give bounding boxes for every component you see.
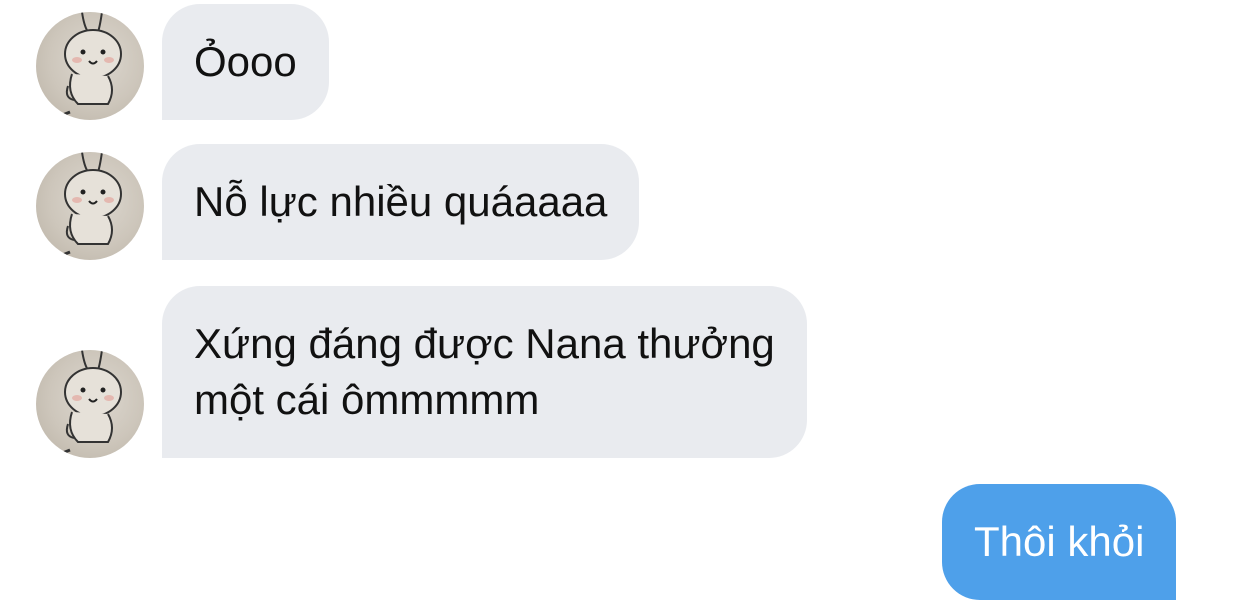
bunny-avatar-icon	[41, 12, 122, 118]
sender-avatar[interactable]	[36, 12, 144, 120]
bunny-avatar-icon	[41, 152, 122, 258]
message-text: Ỏooo	[194, 38, 297, 85]
incoming-message-bubble[interactable]: Nỗ lực nhiều quáaaaa	[162, 144, 640, 260]
sender-avatar[interactable]	[36, 152, 144, 260]
outgoing-message-bubble[interactable]: Thôi khỏi	[942, 484, 1177, 600]
message-text-line-2: một cái ômmmmm	[194, 376, 540, 423]
message-text: Thôi khỏi	[974, 518, 1145, 565]
incoming-message-bubble[interactable]: Ỏooo	[162, 4, 329, 120]
bunny-avatar-icon	[41, 350, 122, 456]
message-text: Nỗ lực nhiều quáaaaa	[194, 178, 608, 225]
incoming-message-bubble[interactable]: Xứng đáng được Nana thưởng một cái ômmmm…	[162, 286, 807, 458]
sender-avatar[interactable]	[36, 350, 144, 458]
message-text-line-1: Xứng đáng được Nana thưởng	[194, 320, 775, 367]
